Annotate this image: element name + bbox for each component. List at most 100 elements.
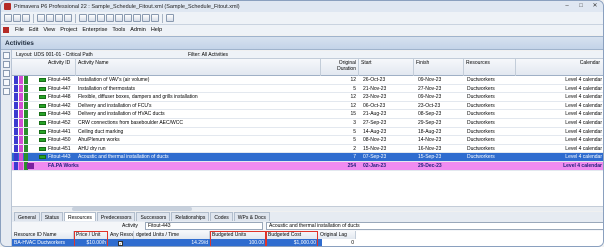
resources-cell[interactable]: Ductworkers <box>467 136 495 144</box>
finish-cell[interactable]: 15-Sep-23 <box>418 153 441 161</box>
activity-row[interactable]: Fitout-445 Installation of VAV's (air vol… <box>12 76 603 85</box>
start-cell[interactable]: 15-Nov-23 <box>363 145 386 153</box>
link-icon[interactable] <box>64 14 72 22</box>
activity-id-cell[interactable]: Fitout-452 <box>48 119 71 127</box>
tab-status[interactable]: Status <box>40 212 63 221</box>
duration-cell[interactable]: 3 <box>322 119 356 127</box>
finish-cell[interactable]: 09-Nov-23 <box>418 76 441 84</box>
filter-label[interactable]: Filter: All Activities <box>188 51 228 59</box>
activity-name-cell[interactable]: Ahu/Plenum works <box>78 136 302 144</box>
tab-wps-docs[interactable]: WPs & Docs <box>233 212 270 221</box>
rcol-units-time[interactable]: dgeted Units / Time <box>134 231 210 239</box>
start-cell[interactable]: 21-Nov-23 <box>363 85 386 93</box>
activity-id-cell[interactable]: Fitout-448 <box>48 93 71 101</box>
filter-icon[interactable] <box>3 70 10 77</box>
resources-cell[interactable]: Ductworkers <box>467 145 495 153</box>
col-activity-id[interactable]: Activity ID <box>12 59 76 76</box>
back-icon[interactable] <box>4 14 12 22</box>
original-lag[interactable]: 0 <box>318 239 356 246</box>
activity-id-cell[interactable]: Fitout-443 <box>48 153 71 161</box>
layout-bar[interactable]: Layout: UDS 001-01 - Critical Path Filte… <box>12 51 603 59</box>
tab-predecessors[interactable]: Predecessors <box>96 212 136 221</box>
finish-cell[interactable]: 09-Nov-23 <box>418 93 441 101</box>
activity-name-cell[interactable]: Delivery and installation of FCU's <box>78 102 302 110</box>
activity-name-cell[interactable]: Installation of thermostats <box>78 85 302 93</box>
horizontal-scrollbar[interactable] <box>12 206 603 211</box>
grid-icon[interactable] <box>55 14 63 22</box>
calendar-cell[interactable]: Level 4 calendar <box>542 153 602 161</box>
calendar-cell[interactable]: Level 4 calendar <box>542 119 602 127</box>
projects-icon[interactable] <box>79 14 87 22</box>
finish-cell[interactable]: 18-Aug-23 <box>418 128 441 136</box>
menu-admin[interactable]: Admin <box>130 27 146 33</box>
tab-relationships[interactable]: Relationships <box>171 212 210 221</box>
activity-id-cell[interactable]: Fitout-442 <box>48 102 71 110</box>
calendar-cell[interactable]: Level 4 calendar <box>542 76 602 84</box>
tab-codes[interactable]: Codes <box>210 212 233 221</box>
pointer-icon[interactable] <box>37 14 45 22</box>
issues-icon[interactable] <box>133 14 141 22</box>
maximize-icon[interactable]: □ <box>575 2 587 10</box>
finish-cell[interactable]: 23-Oct-23 <box>418 102 440 110</box>
activity-id-cell[interactable]: Fitout-447 <box>48 85 71 93</box>
activity-row[interactable]: Fitout-452 CRW connections from basebould… <box>12 119 603 128</box>
duration-cell[interactable]: 2 <box>322 145 356 153</box>
activity-name-cell[interactable] <box>78 162 302 170</box>
collapse-icon[interactable] <box>3 61 10 68</box>
reports-icon[interactable] <box>115 14 123 22</box>
calendar-cell[interactable]: Level 4 calendar <box>542 102 602 110</box>
duration-cell[interactable]: 12 <box>322 102 356 110</box>
calendar-cell[interactable]: Level 4 calendar <box>542 93 602 101</box>
minimize-icon[interactable]: – <box>561 2 573 10</box>
activity-id-cell[interactable]: Fitout-450 <box>48 136 71 144</box>
tab-general[interactable]: General <box>14 212 40 221</box>
calendar-cell[interactable]: Level 4 calendar <box>542 145 602 153</box>
duration-cell[interactable]: 5 <box>322 85 356 93</box>
resources-cell[interactable]: Ductworkers <box>467 110 495 118</box>
activity-name-cell[interactable]: AHU dry run <box>78 145 302 153</box>
activity-name-cell[interactable]: Flexible, diffuser boxes, dampers and gr… <box>78 93 302 101</box>
start-cell[interactable]: 07-Sep-23 <box>363 153 386 161</box>
activity-name-cell[interactable]: Installation of VAV's (air volume) <box>78 76 302 84</box>
menu-project[interactable]: Project <box>60 27 77 33</box>
activity-row[interactable]: Fitout-451 AHU dry run 2 15-Nov-23 16-Nov-23… <box>12 144 603 154</box>
duration-cell[interactable]: 15 <box>322 110 356 118</box>
columns-icon[interactable] <box>3 88 10 95</box>
finish-cell[interactable]: 16-Nov-23 <box>418 145 441 153</box>
col-finish[interactable]: Finish <box>414 59 464 76</box>
activity-id-cell[interactable]: Fitout-451 <box>48 145 71 153</box>
rcol-any-resource[interactable]: Any Resou <box>108 231 134 239</box>
activity-id-field[interactable]: Fitout-443 <box>145 222 263 230</box>
menu-tools[interactable]: Tools <box>112 27 125 33</box>
activity-row[interactable]: Fitout-443 Delivery and installation of H… <box>12 110 603 119</box>
group-icon[interactable] <box>3 79 10 86</box>
calendar-cell[interactable]: Level 4 calendar <box>542 136 602 144</box>
start-cell[interactable]: 08-Nov-23 <box>363 136 386 144</box>
activity-name-cell[interactable]: CRW connections from baseboulder AEC/WCC <box>78 119 302 127</box>
col-resources[interactable]: Resources <box>464 59 516 76</box>
resources-cell[interactable]: Ductworkers <box>467 76 495 84</box>
activity-row[interactable]: Fitout-448 Flexible, diffuser boxes, damp… <box>12 93 603 102</box>
scroll-thumb[interactable] <box>72 207 192 211</box>
resources-cell[interactable]: Ductworkers <box>467 128 495 136</box>
resource-name[interactable]: BA-HVAC Ductworkers <box>12 239 74 246</box>
menu-edit[interactable]: Edit <box>29 27 38 33</box>
start-cell[interactable]: 27-Sep-23 <box>363 119 386 127</box>
activity-name-cell[interactable]: Ceiling duct marking <box>78 128 302 136</box>
zoom-icon[interactable] <box>46 14 54 22</box>
activities-icon[interactable] <box>97 14 105 22</box>
menu-help[interactable]: Help <box>151 27 162 33</box>
start-cell[interactable]: 21-Aug-23 <box>363 110 386 118</box>
activity-row[interactable]: Fitout-447 Installation of thermostats 5 21… <box>12 84 603 94</box>
start-cell[interactable]: 14-Aug-23 <box>363 128 386 136</box>
activity-row[interactable]: Fitout-443 Acoustic and thermal installat… <box>12 153 603 162</box>
col-calendar[interactable]: Calendar <box>516 59 603 76</box>
rcol-resource-name[interactable]: Resource ID Name <box>12 231 74 239</box>
col-activity-name[interactable]: Activity Name <box>76 59 321 76</box>
resources-cell[interactable]: Ductworkers <box>467 102 495 110</box>
tab-successors[interactable]: Successors <box>136 212 171 221</box>
app-menu-icon[interactable] <box>3 27 9 33</box>
home-icon[interactable] <box>22 14 30 22</box>
activity-row[interactable]: Fitout-442 Delivery and installation of F… <box>12 101 603 111</box>
expand-icon[interactable] <box>3 52 10 59</box>
